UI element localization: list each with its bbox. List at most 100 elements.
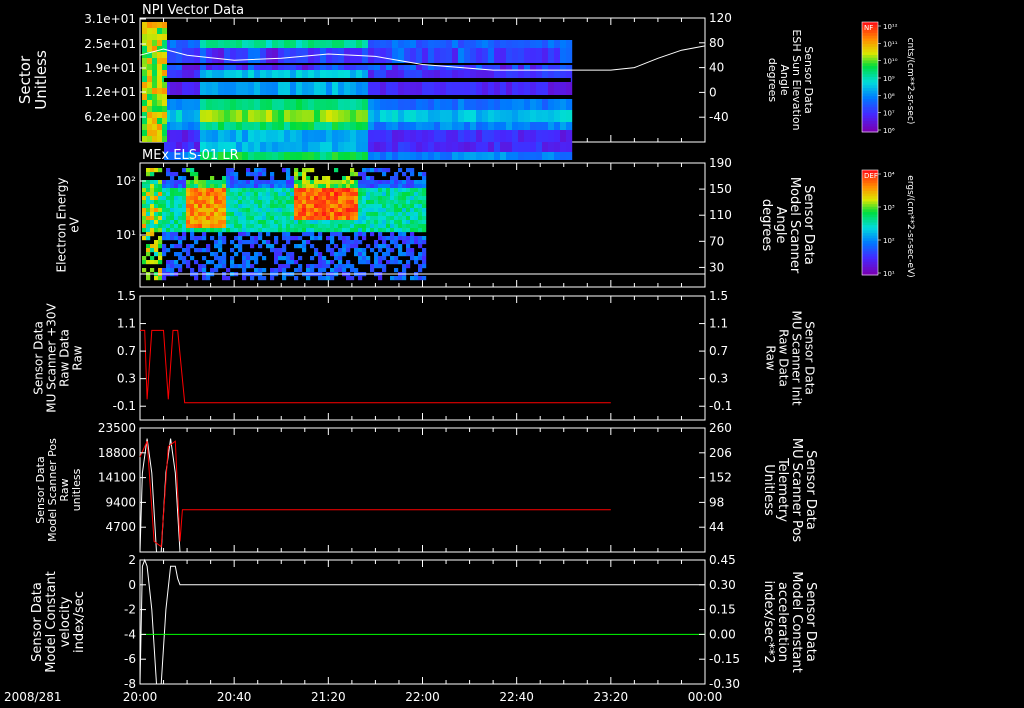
- heatmap-cell: [294, 180, 299, 185]
- heatmap-cell: [294, 188, 299, 193]
- heatmap-cell: [530, 110, 537, 122]
- heatmap-cell: [310, 188, 315, 193]
- heatmap-cell: [210, 236, 215, 241]
- heatmap-cell: [158, 196, 163, 201]
- heatmap-cell: [150, 244, 155, 249]
- heatmap-cell: [414, 276, 419, 281]
- heatmap-cell: [290, 208, 295, 213]
- heatmap-cell: [512, 99, 519, 110]
- heatmap-cell: [284, 152, 291, 160]
- heatmap-cell: [476, 40, 483, 48]
- heatmap-cell: [278, 188, 283, 193]
- heatmap-cell: [166, 184, 171, 189]
- heatmap-cell: [320, 152, 327, 160]
- heatmap-cell: [394, 228, 399, 233]
- heatmap-cell: [158, 204, 163, 209]
- heatmap-cell: [458, 110, 465, 122]
- heatmap-cell: [386, 110, 393, 122]
- heatmap-cell: [382, 188, 387, 193]
- heatmap-cell: [418, 236, 423, 241]
- heatmap-cell: [298, 244, 303, 249]
- heatmap-cell: [290, 99, 297, 110]
- heatmap-cell: [274, 192, 279, 197]
- heatmap-cell: [414, 208, 419, 213]
- heatmap-cell: [174, 228, 179, 233]
- heatmap-cell: [374, 204, 379, 209]
- heatmap-cell: [410, 276, 415, 281]
- heatmap-cell: [374, 48, 381, 63]
- heatmap-cell: [310, 232, 315, 237]
- heatmap-cell: [166, 236, 171, 241]
- heatmap-cell: [334, 256, 339, 261]
- heatmap-cell: [310, 216, 315, 221]
- heatmap-cell: [370, 248, 375, 253]
- panel-5-right-label-line: Sensor Data: [803, 582, 818, 662]
- heatmap-cell: [362, 168, 367, 173]
- panel-1-y-tick-label: 2.5e+01: [84, 37, 136, 51]
- heatmap-cell: [410, 152, 417, 160]
- panel-4-right-tick-label: 260: [709, 421, 732, 435]
- heatmap-cell: [248, 142, 255, 152]
- heatmap-cell: [230, 208, 235, 213]
- heatmap-cell: [238, 236, 243, 241]
- panel-2-right-tick-label: 30: [709, 260, 724, 274]
- heatmap-cell: [322, 196, 327, 201]
- heatmap-cell: [566, 142, 573, 152]
- heatmap-cell: [554, 110, 561, 122]
- heatmap-cell: [306, 208, 311, 213]
- heatmap-cell: [524, 122, 531, 130]
- panel-2-ylabel-line: Electron Energy: [55, 177, 69, 272]
- heatmap-cell: [230, 264, 235, 269]
- heatmap-cell: [410, 228, 415, 233]
- heatmap-cell: [278, 256, 283, 261]
- heatmap-cell: [302, 172, 307, 177]
- heatmap-cell: [166, 248, 171, 253]
- heatmap-cell: [147, 100, 152, 106]
- heatmap-cell: [378, 248, 383, 253]
- heatmap-cell: [152, 58, 157, 64]
- heatmap-cell: [338, 142, 345, 152]
- heatmap-cell: [242, 152, 249, 160]
- heatmap-cell: [322, 216, 327, 221]
- heatmap-cell: [378, 216, 383, 221]
- x-tick-label: 21:20: [311, 690, 346, 704]
- heatmap-cell: [166, 192, 171, 197]
- heatmap-cell: [188, 122, 195, 130]
- panel-5-right-tick-label: 0.30: [709, 578, 736, 592]
- heatmap-cell: [158, 192, 163, 197]
- heatmap-cell: [210, 252, 215, 257]
- heatmap-cell: [182, 228, 187, 233]
- heatmap-cell: [326, 99, 333, 110]
- heatmap-cell: [334, 168, 339, 173]
- panel-2-right-tick-label: 150: [709, 182, 732, 196]
- heatmap-cell: [338, 65, 345, 70]
- heatmap-cell: [238, 264, 243, 269]
- heatmap-cell: [512, 48, 519, 63]
- heatmap-cell: [242, 228, 247, 233]
- heatmap-cell: [258, 220, 263, 225]
- heatmap-cell: [394, 220, 399, 225]
- heatmap-cell: [338, 236, 343, 241]
- heatmap-cell: [230, 224, 235, 229]
- heatmap-cell: [284, 40, 291, 48]
- heatmap-cell: [274, 268, 279, 273]
- heatmap-cell: [414, 256, 419, 261]
- heatmap-cell: [146, 220, 151, 225]
- heatmap-cell: [356, 152, 363, 160]
- heatmap-cell: [374, 122, 381, 130]
- heatmap-cell: [350, 220, 355, 225]
- heatmap-cell: [306, 264, 311, 269]
- heatmap-cell: [194, 196, 199, 201]
- heatmap-cell: [368, 40, 375, 48]
- heatmap-cell: [142, 70, 147, 76]
- heatmap-cell: [334, 228, 339, 233]
- heatmap-cell: [178, 180, 183, 185]
- heatmap-cell: [218, 224, 223, 229]
- heatmap-cell: [158, 236, 163, 241]
- heatmap-cell: [380, 122, 387, 130]
- heatmap-cell: [162, 228, 167, 233]
- heatmap-cell: [320, 82, 327, 95]
- heatmap-cell: [350, 204, 355, 209]
- heatmap-cell: [157, 40, 162, 46]
- heatmap-cell: [322, 204, 327, 209]
